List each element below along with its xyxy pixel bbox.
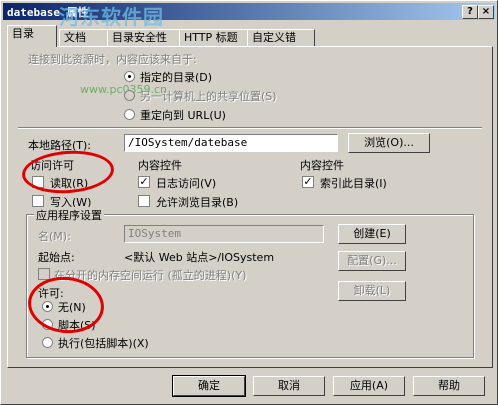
start-point-value: <默认 Web 站点>/IOSystem bbox=[124, 251, 275, 264]
app-name-label: 名(M): bbox=[38, 230, 71, 243]
app-name-field[interactable]: IOSystem bbox=[124, 225, 324, 243]
create-button[interactable]: 创建(E) bbox=[338, 224, 406, 244]
annotation-circle-access bbox=[20, 147, 116, 197]
radio-network-share[interactable] bbox=[124, 90, 135, 101]
dir-browse-checkbox[interactable] bbox=[138, 195, 150, 207]
radio-local-directory[interactable] bbox=[124, 71, 135, 82]
configure-button[interactable]: 配置(G)... bbox=[338, 251, 406, 271]
radio-redirect-url[interactable] bbox=[124, 109, 135, 120]
close-button[interactable]: × bbox=[478, 5, 494, 19]
browse-button[interactable]: 浏览(O)... bbox=[348, 133, 430, 153]
radio-network-share-label: 另一计算机上的共享位置(S) bbox=[140, 90, 277, 103]
content-control-heading: 内容控件 bbox=[138, 159, 182, 172]
dir-browse-label: 允许浏览目录(B) bbox=[156, 196, 239, 209]
tab-documents[interactable]: 文档 bbox=[59, 29, 109, 46]
title-bar: datebase 属性 河东软件园 ? × bbox=[3, 3, 495, 29]
help-footer-button[interactable]: 帮助 bbox=[413, 376, 485, 396]
app-settings-heading: 应用程序设置 bbox=[34, 207, 104, 223]
log-visits-checkbox[interactable]: ✓ bbox=[138, 176, 150, 188]
content-control-heading-2: 内容控件 bbox=[300, 159, 344, 172]
unload-button[interactable]: 卸载(L) bbox=[338, 281, 406, 301]
tab-http-headers[interactable]: HTTP 标题 bbox=[179, 29, 249, 46]
index-checkbox[interactable]: ✓ bbox=[302, 176, 314, 188]
tab-directory-security[interactable]: 目录安全性 bbox=[107, 29, 181, 46]
permission-execute-radio[interactable] bbox=[42, 337, 53, 348]
write-checkbox[interactable] bbox=[32, 195, 44, 207]
radio-redirect-url-label: 重定向到 URL(U) bbox=[140, 109, 226, 122]
start-point-label: 起始点: bbox=[38, 251, 75, 264]
tab-custom-errors[interactable]: 自定义错 bbox=[247, 29, 315, 46]
watermark: 河东软件园 bbox=[59, 5, 164, 29]
index-label: 索引此目录(I) bbox=[320, 177, 387, 190]
content-source-heading: 连接到此资源时，内容应该来自于: bbox=[28, 53, 197, 66]
properties-dialog: datebase 属性 河东软件园 ? × 目录 文档 目录安全性 HTTP 标… bbox=[0, 0, 498, 405]
divider bbox=[18, 127, 482, 129]
radio-local-directory-label: 指定的目录(D) bbox=[140, 71, 213, 84]
permission-execute-label: 执行(包括脚本)(X) bbox=[58, 337, 149, 350]
ok-button[interactable]: 确定 bbox=[172, 375, 246, 397]
help-button[interactable]: ? bbox=[462, 5, 478, 19]
tab-panel: www.pc0359.cn 连接到此资源时，内容应该来自于: 指定的目录(D) … bbox=[7, 46, 493, 368]
apply-button[interactable]: 应用(A) bbox=[333, 376, 405, 396]
cancel-button[interactable]: 取消 bbox=[253, 376, 325, 396]
local-path-field[interactable]: /IOSystem/datebase bbox=[124, 134, 338, 152]
log-visits-label: 日志访问(V) bbox=[156, 177, 217, 190]
tab-directory[interactable]: 目录 bbox=[7, 25, 57, 47]
